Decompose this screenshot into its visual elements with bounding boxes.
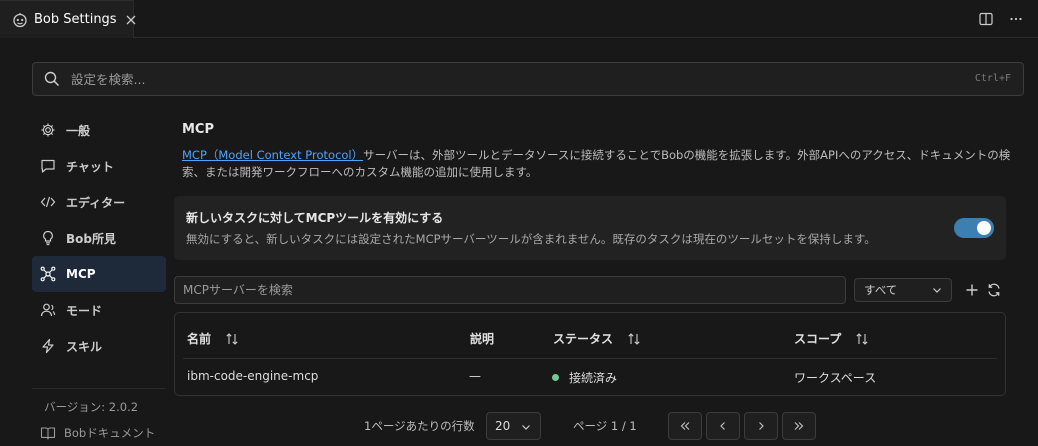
refresh-button[interactable] [986, 282, 1002, 298]
status-cell: 接続済み [552, 369, 617, 386]
description-cell: — [469, 369, 481, 383]
sidebar-divider [32, 388, 166, 389]
chevron-left-icon [720, 422, 725, 430]
column-header-name[interactable]: 名前 [187, 330, 239, 347]
sidebar-item-label: Bob所見 [66, 231, 116, 246]
sort-icon[interactable] [627, 332, 641, 346]
tab-bob-settings[interactable]: Bob Settings [0, 0, 137, 38]
sidebar-item-skills[interactable]: スキル [32, 328, 166, 364]
sidebar-item-mcp[interactable]: MCP [32, 256, 166, 292]
sidebar-item-label: スキル [66, 339, 103, 354]
double-chevron-left-icon [680, 422, 690, 430]
sort-icon[interactable] [855, 332, 869, 346]
status-dot [552, 374, 559, 381]
tab-title: Bob Settings [34, 12, 117, 27]
sidebar-item-general[interactable]: 一般 [32, 112, 166, 148]
bob-robot-icon [12, 12, 28, 28]
book-icon [40, 425, 56, 441]
mcp-icon [40, 266, 56, 282]
page-size-value: 20 [495, 419, 511, 433]
lightbulb-icon [40, 230, 56, 246]
add-server-button[interactable] [964, 282, 980, 298]
sidebar-item-label: チャット [66, 159, 114, 174]
mcp-toggle-card: 新しいタスクに対してMCPツールを有効にする 無効にすると、新しいタスクには設定… [174, 196, 1006, 260]
page-info: ページ 1 / 1 [573, 419, 637, 433]
status-text: 接続済み [569, 371, 618, 385]
code-icon [40, 194, 56, 210]
settings-sidebar: 一般 チャット エディター Bob所見 MCP モード スキル [32, 112, 166, 364]
table-divider [183, 358, 997, 359]
sidebar-item-modes[interactable]: モード [32, 292, 166, 328]
sidebar-item-label: MCP [66, 267, 96, 281]
chevron-down-icon [931, 284, 943, 296]
page-size-select[interactable]: 20 [486, 412, 541, 440]
settings-search-input[interactable] [71, 71, 951, 87]
section-description: MCP（Model Context Protocol）サーバーは、外部ツールとデ… [182, 147, 1012, 181]
gear-icon [40, 122, 56, 138]
toggle-description: 無効にすると、新しいタスクには設定されたMCPサーバーツールが含まれません。既存… [186, 232, 876, 246]
chevron-down-icon [520, 421, 532, 433]
server-filter-select[interactable]: すべて [854, 278, 952, 302]
chat-icon [40, 158, 56, 174]
version-label: バージョン: 2.0.2 [44, 400, 139, 414]
sidebar-item-label: エディター [66, 195, 126, 210]
more-actions-icon[interactable] [1008, 11, 1024, 27]
sidebar-item-bob-findings[interactable]: Bob所見 [32, 220, 166, 256]
server-name-cell: ibm-code-engine-mcp [187, 369, 319, 383]
close-icon[interactable] [125, 13, 137, 27]
bob-docs-link[interactable]: Bobドキュメント [40, 425, 155, 441]
mcp-servers-table: 名前 説明 ステータス スコープ ibm-code-engine-mcp — 接… [174, 312, 1006, 396]
person-icon [40, 302, 56, 318]
editor-tab-bar: Bob Settings [0, 0, 1038, 38]
mcp-docs-link[interactable]: MCP（Model Context Protocol） [182, 148, 363, 162]
rows-per-page-label: 1ページあたりの行数 [364, 419, 475, 433]
chevron-right-icon [759, 422, 764, 430]
column-header-description: 説明 [470, 332, 495, 346]
sidebar-item-editor[interactable]: エディター [32, 184, 166, 220]
split-editor-icon[interactable] [978, 11, 994, 27]
search-shortcut-hint: Ctrl+F [974, 73, 1011, 84]
column-header-scope[interactable]: スコープ [794, 330, 869, 347]
sidebar-item-label: 一般 [66, 123, 91, 138]
scope-cell: ワークスペース [794, 371, 877, 385]
last-page-button[interactable] [782, 412, 816, 440]
previous-page-button[interactable] [706, 412, 740, 440]
settings-search-box: Ctrl+F [32, 62, 1024, 96]
search-icon [43, 70, 61, 88]
first-page-button[interactable] [668, 412, 702, 440]
sidebar-item-label: モード [66, 303, 103, 318]
toggle-title: 新しいタスクに対してMCPツールを有効にする [186, 211, 444, 225]
select-value: すべて [864, 283, 898, 297]
server-search-input[interactable] [183, 283, 823, 297]
docs-label: Bobドキュメント [64, 426, 156, 440]
sort-icon[interactable] [225, 332, 239, 346]
toggle-knob [977, 221, 991, 235]
double-chevron-right-icon [794, 422, 804, 430]
server-search-box [174, 276, 846, 304]
column-header-status[interactable]: ステータス [553, 330, 641, 347]
sidebar-item-chat[interactable]: チャット [32, 148, 166, 184]
enable-mcp-toggle[interactable] [954, 218, 994, 238]
section-title: MCP [182, 122, 215, 137]
next-page-button[interactable] [744, 412, 778, 440]
bolt-icon [40, 338, 56, 354]
tab-actions [978, 11, 1024, 27]
